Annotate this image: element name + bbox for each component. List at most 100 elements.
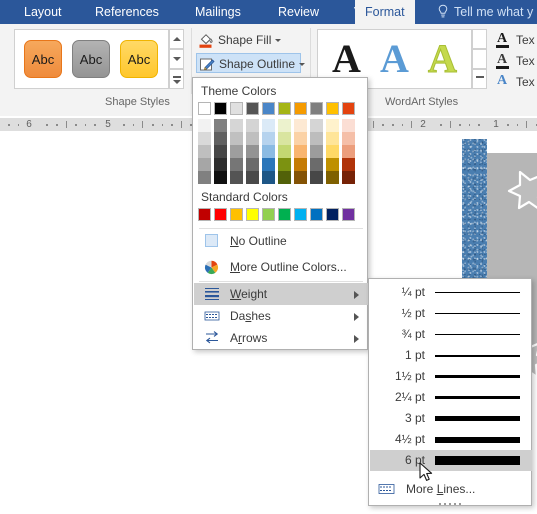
theme-color-swatch[interactable] <box>326 102 339 115</box>
theme-color-variant-swatch[interactable] <box>246 132 259 145</box>
no-outline-item[interactable]: No Outline <box>194 230 368 252</box>
shape-gallery-scroll-up-button[interactable] <box>169 29 184 49</box>
theme-color-swatch[interactable] <box>342 102 355 115</box>
theme-color-variant-swatch[interactable] <box>230 145 243 158</box>
theme-color-variant-swatch[interactable] <box>326 171 339 184</box>
standard-color-swatch[interactable] <box>230 208 243 221</box>
weight-option[interactable]: 6 pt <box>370 450 532 471</box>
theme-color-swatch[interactable] <box>230 102 243 115</box>
theme-color-variant-swatch[interactable] <box>326 145 339 158</box>
weight-submenu[interactable]: ¼ pt ½ pt ¾ pt 1 pt 1½ pt 2¼ pt 3 pt 4½ pt 6 pt … <box>368 278 532 506</box>
shape-outline-dropdown[interactable]: Theme Colors Standard Colors No Outline … <box>192 77 368 350</box>
theme-color-variant-swatch[interactable] <box>342 158 355 171</box>
theme-color-variant-swatch[interactable] <box>262 132 275 145</box>
wordart-blue[interactable]: A <box>380 34 409 84</box>
theme-color-variant-swatch[interactable] <box>310 145 323 158</box>
theme-color-variant-swatch[interactable] <box>214 145 227 158</box>
wordart-gallery-more-button[interactable] <box>472 69 487 89</box>
weight-option[interactable]: 4½ pt <box>370 429 532 450</box>
theme-color-variant-swatch[interactable] <box>278 171 291 184</box>
tab-format[interactable]: Format <box>355 0 415 24</box>
theme-color-variant-swatch[interactable] <box>310 119 323 132</box>
theme-color-variant-swatch[interactable] <box>278 145 291 158</box>
theme-color-variant-swatch[interactable] <box>246 119 259 132</box>
standard-color-swatch[interactable] <box>278 208 291 221</box>
theme-color-variant-swatch[interactable] <box>326 132 339 145</box>
shape-style-orange[interactable]: Abc <box>24 40 62 78</box>
theme-color-variant-swatch[interactable] <box>294 132 307 145</box>
weight-option[interactable]: 1 pt <box>370 345 532 366</box>
standard-color-swatch[interactable] <box>214 208 227 221</box>
theme-color-swatch[interactable] <box>310 102 323 115</box>
theme-color-variant-swatch[interactable] <box>214 171 227 184</box>
weight-option[interactable]: ¾ pt <box>370 324 532 345</box>
theme-color-variant-swatch[interactable] <box>230 132 243 145</box>
theme-color-variant-swatch[interactable] <box>310 132 323 145</box>
theme-color-variant-swatch[interactable] <box>278 132 291 145</box>
theme-color-variant-swatch[interactable] <box>342 119 355 132</box>
tab-review[interactable]: Review <box>268 0 329 24</box>
weight-option[interactable]: 1½ pt <box>370 366 532 387</box>
shape-outline-button[interactable]: Shape Outline <box>196 53 306 73</box>
text-outline-button[interactable]: A Tex <box>494 51 535 71</box>
standard-color-swatch[interactable] <box>326 208 339 221</box>
standard-color-swatch[interactable] <box>262 208 275 221</box>
more-lines-item[interactable]: More Lines... <box>370 477 532 501</box>
standard-color-swatch[interactable] <box>198 208 211 221</box>
theme-color-variant-swatch[interactable] <box>278 119 291 132</box>
theme-color-variant-swatch[interactable] <box>198 132 211 145</box>
star-shape-top[interactable] <box>506 166 537 212</box>
theme-color-variant-swatch[interactable] <box>294 119 307 132</box>
wordart-green[interactable]: A <box>428 34 458 84</box>
theme-color-variant-swatch[interactable] <box>214 132 227 145</box>
menu-item-arrows[interactable]: Arrows <box>194 327 368 349</box>
standard-color-swatch[interactable] <box>294 208 307 221</box>
shape-gallery-scroll-down-button[interactable] <box>169 49 184 69</box>
theme-color-variant-swatch[interactable] <box>198 158 211 171</box>
theme-color-swatch[interactable] <box>246 102 259 115</box>
theme-color-variant-swatch[interactable] <box>262 145 275 158</box>
theme-color-swatch[interactable] <box>198 102 211 115</box>
shape-gallery-more-button[interactable] <box>169 69 184 89</box>
shape-style-gray[interactable]: Abc <box>72 40 110 78</box>
tab-layout[interactable]: Layout <box>14 0 72 24</box>
theme-color-variant-swatch[interactable] <box>262 171 275 184</box>
theme-color-variant-swatch[interactable] <box>230 119 243 132</box>
theme-color-variant-swatch[interactable] <box>198 119 211 132</box>
weight-option[interactable]: 3 pt <box>370 408 532 429</box>
theme-color-variant-swatch[interactable] <box>262 119 275 132</box>
theme-color-variant-swatch[interactable] <box>278 158 291 171</box>
tab-references[interactable]: References <box>85 0 169 24</box>
theme-color-variant-swatch[interactable] <box>262 158 275 171</box>
theme-color-swatch[interactable] <box>214 102 227 115</box>
wordart-gallery-scroll-up-button[interactable] <box>472 29 487 49</box>
shape-style-gold[interactable]: Abc <box>120 40 158 78</box>
standard-color-swatch[interactable] <box>342 208 355 221</box>
tell-me-search[interactable]: Tell me what y <box>432 0 533 24</box>
theme-color-variant-swatch[interactable] <box>294 171 307 184</box>
theme-color-variant-swatch[interactable] <box>230 171 243 184</box>
theme-color-variant-swatch[interactable] <box>198 171 211 184</box>
weight-option[interactable]: 2¼ pt <box>370 387 532 408</box>
wordart-gallery-scroll-down-button[interactable] <box>472 49 487 69</box>
shape-fill-button[interactable]: Shape Fill <box>196 30 282 50</box>
menu-grip-handle[interactable] <box>439 501 463 506</box>
weight-option[interactable]: ¼ pt <box>370 282 532 303</box>
theme-color-variant-swatch[interactable] <box>214 158 227 171</box>
standard-color-swatch[interactable] <box>310 208 323 221</box>
theme-color-variant-swatch[interactable] <box>246 171 259 184</box>
theme-color-variant-swatch[interactable] <box>214 119 227 132</box>
theme-color-variant-swatch[interactable] <box>310 158 323 171</box>
theme-color-variant-swatch[interactable] <box>310 171 323 184</box>
menu-item-weight[interactable]: Weight <box>194 283 368 305</box>
theme-color-variant-swatch[interactable] <box>246 158 259 171</box>
text-fill-button[interactable]: A Tex <box>494 30 535 50</box>
theme-color-variant-swatch[interactable] <box>246 145 259 158</box>
theme-color-variant-swatch[interactable] <box>342 145 355 158</box>
theme-color-swatch[interactable] <box>262 102 275 115</box>
standard-color-swatch[interactable] <box>246 208 259 221</box>
tab-mailings[interactable]: Mailings <box>185 0 251 24</box>
theme-color-variant-swatch[interactable] <box>342 132 355 145</box>
theme-color-swatch[interactable] <box>294 102 307 115</box>
theme-color-swatch[interactable] <box>278 102 291 115</box>
